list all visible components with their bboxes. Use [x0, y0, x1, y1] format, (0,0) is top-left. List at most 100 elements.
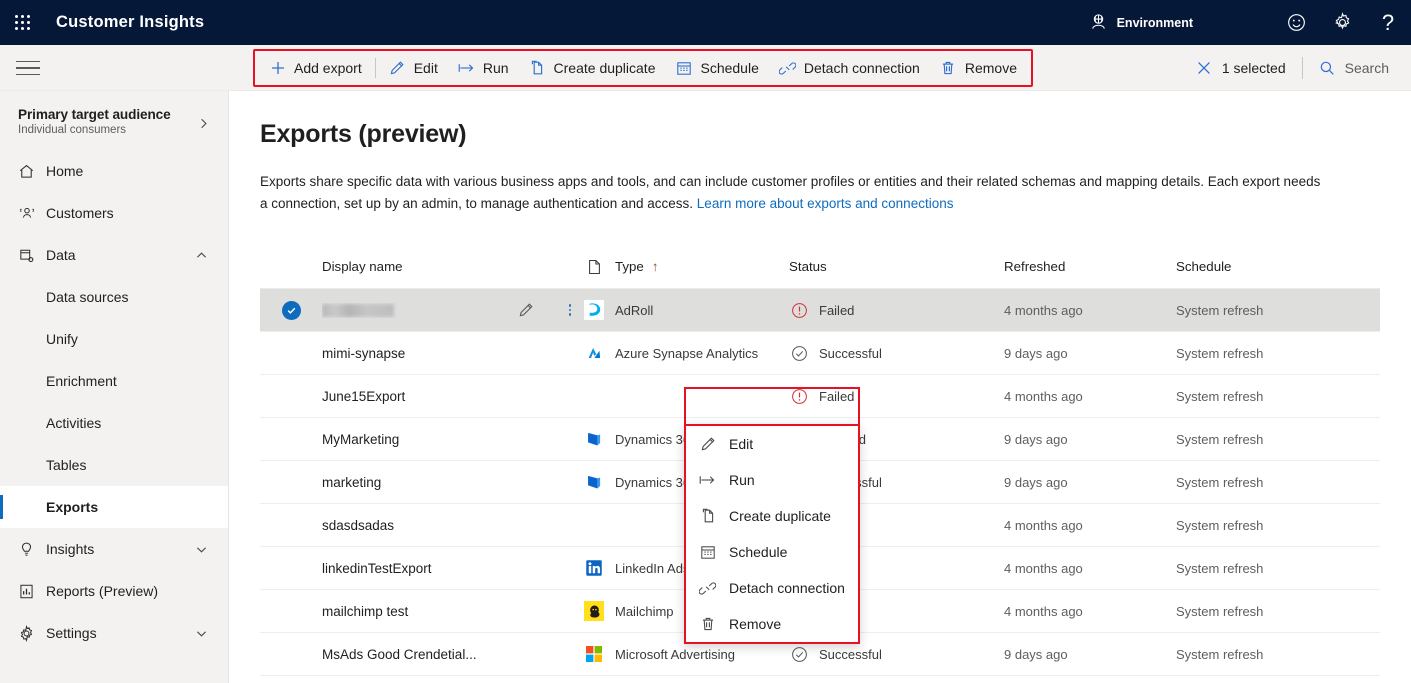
sidebar-item-unify[interactable]: Unify — [0, 318, 228, 360]
app-launcher-icon[interactable] — [0, 0, 46, 45]
column-header-schedule[interactable]: Schedule — [1176, 259, 1356, 274]
sidebar-item-label: Activities — [46, 415, 102, 431]
sidebar-item-exports[interactable]: Exports — [0, 486, 228, 528]
more-vertical-icon — [568, 304, 572, 316]
create-duplicate-label: Create duplicate — [553, 60, 656, 76]
close-icon — [1196, 60, 1213, 77]
clear-selection-button[interactable]: 1 selected — [1184, 51, 1298, 85]
context-menu-schedule[interactable]: Schedule — [686, 534, 858, 570]
sidebar-item-data[interactable]: Data — [0, 234, 228, 276]
sidebar-item-label: Insights — [46, 541, 95, 557]
command-bar: Add export Edit Run Create duplicate Sch… — [0, 45, 1411, 91]
sidebar-item-reports[interactable]: Reports (Preview) — [0, 570, 228, 612]
context-menu-create-duplicate[interactable]: Create duplicate — [686, 498, 858, 534]
sidebar-item-label: Settings — [46, 625, 97, 641]
environment-switcher[interactable]: Environment — [1089, 13, 1193, 32]
cell-schedule: System refresh — [1176, 603, 1264, 619]
detach-connection-label: Detach connection — [803, 60, 920, 76]
sidebar-item-settings[interactable]: Settings — [0, 612, 228, 654]
context-menu-detach-connection[interactable]: Detach connection — [686, 570, 858, 606]
copy-icon — [699, 508, 716, 525]
cell-display-name: mailchimp test — [322, 603, 409, 619]
mailchimp-icon — [584, 601, 604, 621]
generic-icon — [584, 386, 604, 406]
cell-schedule: System refresh — [1176, 517, 1264, 533]
cell-display-name: sdasdsadas — [322, 517, 395, 533]
sidebar-item-tables[interactable]: Tables — [0, 444, 228, 486]
cell-schedule: System refresh — [1176, 302, 1264, 318]
audience-subtitle: Individual consumers — [18, 124, 127, 136]
sidebar-item-activities[interactable]: Activities — [0, 402, 228, 444]
sidebar-item-insights[interactable]: Insights — [0, 528, 228, 570]
context-menu-item-label: Remove — [729, 616, 782, 632]
sidebar-item-label: Data sources — [46, 289, 129, 305]
linkedin-icon — [584, 558, 604, 578]
audience-title: Primary target audience — [18, 107, 171, 122]
sidebar-item-customers[interactable]: Customers — [0, 192, 228, 234]
row-more-actions-button[interactable] — [556, 304, 584, 316]
calendar-icon — [699, 544, 716, 561]
context-menu-edit[interactable]: Edit — [686, 426, 858, 462]
cell-refreshed: 4 months ago — [1004, 517, 1083, 533]
run-arrow-icon — [699, 472, 716, 489]
table-row[interactable]: mimi-synapse Azure Synapse Analytics Succe… — [260, 332, 1380, 375]
column-header-refreshed[interactable]: Refreshed — [1004, 259, 1176, 274]
chevron-down-icon[interactable] — [195, 627, 208, 640]
row-checkbox[interactable] — [260, 300, 322, 320]
adroll-icon — [584, 300, 604, 320]
chevron-down-icon[interactable] — [195, 543, 208, 556]
cell-type: Microsoft Advertising — [584, 644, 789, 664]
sidebar-item-label: Home — [46, 163, 84, 179]
sidebar-item-data-sources[interactable]: Data sources — [0, 276, 228, 318]
learn-more-link[interactable]: Learn more about exports and connections — [697, 196, 954, 211]
cell-type-label: LinkedIn Ads — [615, 560, 690, 576]
search-input[interactable]: Search — [1307, 51, 1401, 85]
hamburger-menu-icon[interactable] — [16, 56, 44, 80]
context-menu-run[interactable]: Run — [686, 462, 858, 498]
page-description: Exports share specific data with various… — [229, 149, 1359, 215]
primary-target-audience-switcher[interactable]: Primary target audience Individual consu… — [0, 91, 228, 150]
cell-refreshed: 9 days ago — [1004, 474, 1068, 490]
status-badge: Successful — [819, 345, 882, 361]
help-icon[interactable]: ? — [1365, 0, 1411, 45]
context-menu-remove[interactable]: Remove — [686, 606, 858, 642]
column-header-display-name[interactable]: Display name — [322, 259, 518, 274]
smiley-icon[interactable] — [1273, 0, 1319, 45]
context-menu-item-label: Detach connection — [729, 580, 845, 596]
sidebar-item-home[interactable]: Home — [0, 150, 228, 192]
checkbox-checked-icon — [281, 300, 301, 320]
sidebar-item-label: Enrichment — [46, 373, 117, 389]
home-icon — [18, 163, 42, 180]
app-title: Customer Insights — [56, 13, 205, 31]
create-duplicate-button[interactable]: Create duplicate — [519, 51, 666, 85]
pencil-icon — [518, 302, 556, 318]
detach-link-icon — [699, 580, 716, 597]
schedule-button[interactable]: Schedule — [665, 51, 768, 85]
cell-type-label: Mailchimp — [615, 603, 674, 619]
page-title: Exports (preview) — [260, 120, 467, 148]
cell-refreshed: 4 months ago — [1004, 388, 1083, 404]
column-header-status[interactable]: Status — [789, 259, 1004, 274]
detach-connection-button[interactable]: Detach connection — [769, 51, 930, 85]
column-header-type[interactable]: Type ↑ — [584, 257, 789, 277]
report-chart-icon — [18, 583, 42, 600]
schedule-label: Schedule — [700, 60, 759, 76]
run-button[interactable]: Run — [448, 51, 519, 85]
selected-count-label: 1 selected — [1221, 60, 1286, 76]
table-row[interactable]: AdRoll Failed 4 months ago System refresh — [260, 289, 1380, 332]
sidebar-item-enrichment[interactable]: Enrichment — [0, 360, 228, 402]
cell-display-name: linkedinTestExport — [322, 560, 432, 576]
add-export-button[interactable]: Add export — [259, 51, 372, 85]
gear-icon[interactable] — [1319, 0, 1365, 45]
sidebar-item-label: Tables — [46, 457, 87, 473]
redacted-display-name — [322, 304, 394, 318]
cell-schedule: System refresh — [1176, 388, 1264, 404]
chevron-up-icon[interactable] — [195, 249, 208, 262]
cell-display-name: MsAds Good Crendetial... — [322, 646, 477, 662]
cell-status: Failed — [789, 300, 1004, 320]
remove-button[interactable]: Remove — [930, 51, 1027, 85]
sidebar-item-label: Unify — [46, 331, 78, 347]
row-rename-button[interactable] — [518, 302, 556, 318]
edit-button[interactable]: Edit — [379, 51, 448, 85]
table-row[interactable]: June15Export Failed 4 months ago System ref… — [260, 375, 1380, 418]
